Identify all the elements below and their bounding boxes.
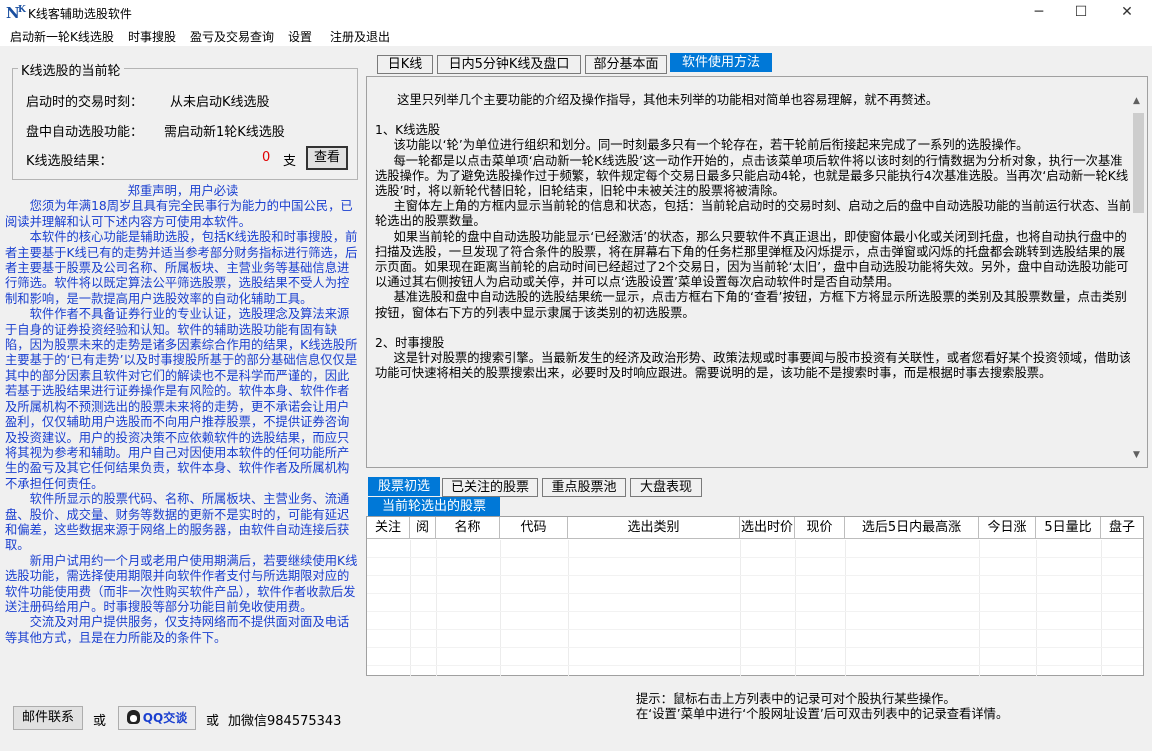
grid-line (1036, 540, 1037, 676)
grid-line (740, 540, 741, 676)
disclaimer-title: 郑重声明，用户必读 (127, 184, 239, 198)
col-watch[interactable]: 关注 (367, 517, 410, 539)
tab-watched-stocks[interactable]: 已关注的股票 (442, 478, 538, 497)
disclaimer-paragraph: 软件作者不具备证券行业的专业认证，选股理念及算法来源于自身的证券投资经验和认知。… (5, 307, 358, 491)
hint-text: 提示：鼠标右击上方列表中的记录可对个股执行某些操作。 在‘设置’菜单中进行‘个股… (636, 692, 1008, 722)
start-time-label: 启动时的交易时刻： (26, 95, 144, 110)
col-5day-high[interactable]: 选后5日内最高涨 (845, 517, 979, 539)
grid-line (795, 540, 796, 676)
grid-row-line (367, 629, 1143, 630)
help-paragraph: 主窗体左上角的方框内显示当前轮的信息和状态，包括：当前轮启动时的交易时刻、启动之… (375, 199, 1132, 229)
help-intro: 这里只列举几个主要功能的介绍及操作指导，其他未列举的功能相对简单也容易理解，就不… (397, 93, 939, 107)
disclaimer-panel: 郑重声明，用户必读 您须为年满18周岁且具有完全民事行为能力的中国公民，已阅读并… (5, 184, 361, 696)
menu-bar: 启动新一轮K线选股 时事搜股 盈亏及交易查询 设置 注册及退出 (0, 26, 1152, 46)
start-time-value: 从未启动K线选股 (170, 95, 270, 110)
stock-table[interactable]: 关注 阅 名称 代码 选出类别 选出时价 现价 选后5日内最高涨 今日涨 5日量… (366, 516, 1144, 676)
grid-row-line (367, 647, 1143, 648)
menu-news-search[interactable]: 时事搜股 (128, 28, 176, 45)
tab-usage-guide[interactable]: 软件使用方法 (670, 53, 772, 72)
grid-row-line (367, 557, 1143, 558)
scroll-thumb[interactable] (1133, 113, 1144, 213)
hint-line-2: 在‘设置’菜单中进行‘个股网址设置’后可双击列表中的记录查看详情。 (636, 707, 1009, 721)
tab-daily-kline[interactable]: 日K线 (377, 55, 433, 74)
tab-key-stock-pool[interactable]: 重点股票池 (542, 478, 626, 497)
result-count: 0 (262, 150, 271, 165)
scroll-up-arrow-icon[interactable]: ▲ (1133, 96, 1140, 106)
menu-start-new-round[interactable]: 启动新一轮K线选股 (10, 28, 114, 45)
tab-market-performance[interactable]: 大盘表现 (630, 478, 702, 497)
tab-intraday-5min[interactable]: 日内5分钟K线及盘口 (437, 55, 581, 74)
close-button[interactable]: ✕ (1104, 0, 1150, 26)
help-paragraph: 如果当前轮的盘中自动选股功能显示‘已经激活’的状态，那么只要软件不真正退出，即使… (375, 229, 1129, 290)
col-float-size[interactable]: 盘子 (1101, 517, 1143, 539)
tab-stock-preliminary[interactable]: 股票初选 (368, 477, 440, 496)
scroll-down-arrow-icon[interactable]: ▼ (1133, 450, 1140, 460)
grid-row-line (367, 593, 1143, 594)
help-section2-title: 2、时事搜股 (375, 335, 445, 350)
or-text: 或 (93, 714, 107, 729)
email-contact-button[interactable]: 邮件联系 (13, 706, 83, 730)
help-paragraph: 每一轮都是以点击菜单项‘启动新一轮K线选股’这一动作开始的，点击该菜单项后软件将… (375, 153, 1129, 199)
view-button[interactable]: 查看 (306, 146, 348, 170)
current-round-group-title: K线选股的当前轮 (18, 60, 124, 79)
auto-select-value: 需启动新1轮K线选股 (164, 125, 285, 140)
help-content: 这里只列举几个主要功能的介绍及操作指导，其他未列举的功能相对简单也容易理解，就不… (375, 93, 1132, 381)
result-label: K线选股结果： (26, 154, 113, 169)
grid-line (845, 540, 846, 676)
grid-row-line (367, 665, 1143, 666)
col-5day-volume-ratio[interactable]: 5日量比 (1036, 517, 1101, 539)
window-title: K线客辅助选股软件 (28, 7, 132, 21)
grid-row-line (367, 575, 1143, 576)
hint-line-1: 提示：鼠标右击上方列表中的记录可对个股执行某些操作。 (636, 692, 956, 706)
disclaimer-paragraph: 新用户试用约一个月或老用户使用期满后，若要继续使用K线选股功能，需选择使用期限并… (5, 553, 358, 614)
app-logo-icon: NK (6, 4, 26, 22)
col-category[interactable]: 选出类别 (568, 517, 740, 539)
grid-row-line (367, 611, 1143, 612)
grid-line (979, 540, 980, 676)
col-today-change[interactable]: 今日涨 (979, 517, 1036, 539)
wechat-text: 加微信984575343 (228, 714, 342, 729)
grid-line (436, 540, 437, 676)
disclaimer-paragraph: 您须为年满18周岁且具有完全民事行为能力的中国公民，已阅读并理解和认可下述内容方… (5, 199, 353, 229)
menu-profit-query[interactable]: 盈亏及交易查询 (190, 28, 274, 45)
help-text-area[interactable]: 这里只列举几个主要功能的介绍及操作指导，其他未列举的功能相对简单也容易理解，就不… (366, 76, 1148, 468)
disclaimer-paragraph: 软件所显示的股票代码、名称、所属板块、主营业务、流通盘、股价、成交量、财务等数据… (5, 492, 350, 553)
result-unit: 支 (283, 154, 297, 169)
title-bar: NK K线客辅助选股软件 ─ ☐ ✕ (0, 0, 1152, 26)
grid-line (410, 540, 411, 676)
col-read[interactable]: 阅 (410, 517, 436, 539)
table-header: 关注 阅 名称 代码 选出类别 选出时价 现价 选后5日内最高涨 今日涨 5日量… (367, 517, 1143, 539)
help-section1-title: 1、K线选股 (375, 123, 441, 138)
or-text-2: 或 (206, 714, 220, 729)
col-select-price[interactable]: 选出时价 (740, 517, 795, 539)
tab-current-round-stocks[interactable]: 当前轮选出的股票 (368, 497, 500, 516)
col-current-price[interactable]: 现价 (795, 517, 845, 539)
tab-fundamentals[interactable]: 部分基本面 (585, 55, 667, 74)
auto-select-label: 盘中自动选股功能： (26, 125, 144, 140)
col-code[interactable]: 代码 (500, 517, 568, 539)
menu-register-exit[interactable]: 注册及退出 (330, 28, 390, 45)
menu-settings[interactable]: 设置 (288, 28, 312, 45)
grid-line (568, 540, 569, 676)
maximize-button[interactable]: ☐ (1058, 0, 1104, 26)
qq-penguin-icon (126, 710, 140, 724)
help-paragraph: 该功能以‘轮’为单位进行组织和划分。同一时刻最多只有一个轮存在，若干轮前后衔接起… (393, 138, 1029, 153)
minimize-button[interactable]: ─ (1016, 0, 1062, 26)
help-paragraph: 基准选股和盘中自动选股的选股结果统一显示，点击方框右下角的‘查看’按钮，方框下方… (375, 290, 1127, 320)
grid-line (1101, 540, 1102, 676)
disclaimer-paragraph: 交流及对用户提供服务，仅支持网络而不提供面对面及电话等其他方式，且是在力所能及的… (5, 615, 350, 645)
col-name[interactable]: 名称 (436, 517, 500, 539)
qq-chat-button[interactable]: QQ交谈 (118, 706, 196, 730)
disclaimer-paragraph: 本软件的核心功能是辅助选股，包括K线选股和时事搜股，前者主要基于K线已有的走势并… (5, 230, 358, 306)
grid-line (500, 540, 501, 676)
help-paragraph: 这是针对股票的搜索引擎。当最新发生的经济及政治形势、政策法规或时事要闻与股市投资… (375, 351, 1132, 381)
